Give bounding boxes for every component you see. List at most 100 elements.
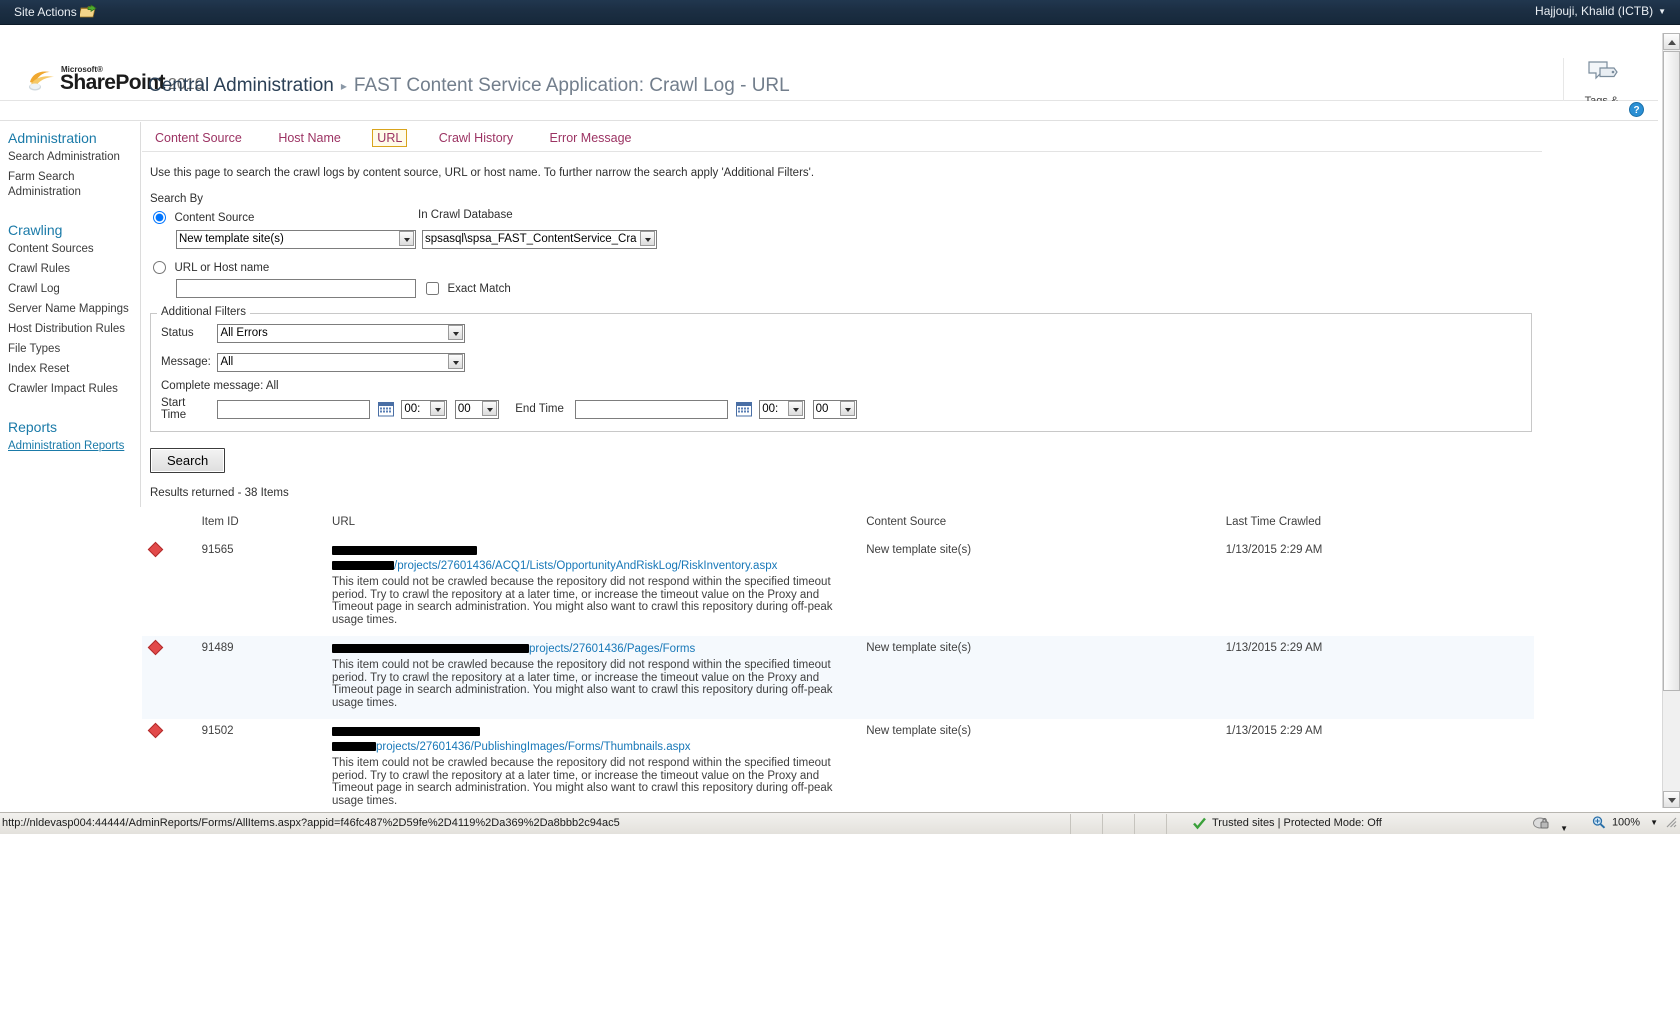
status-cell <box>1070 814 1102 834</box>
table-header-row: Item ID URL Content Source Last Time Cra… <box>142 513 1534 538</box>
tab-crawl-history[interactable]: Crawl History <box>434 129 518 147</box>
table-row: 91489 projects/27601436/Pages/Forms This… <box>142 636 1534 719</box>
status-cell <box>1102 814 1134 834</box>
row-status-filter: Status All Errors <box>161 323 1521 347</box>
row-item-id: 91565 <box>201 544 234 556</box>
table-row: 91565 /projects/27601436/ACQ1/Lists/Oppo… <box>142 538 1534 636</box>
exact-match-label: Exact Match <box>447 282 511 295</box>
row-url-link[interactable]: projects/27601436/PublishingImages/Forms… <box>376 741 691 753</box>
page-scrollbar[interactable] <box>1662 33 1680 808</box>
tab-error-message[interactable]: Error Message <box>545 129 637 147</box>
sharepoint-logo: Microsoft® SharePoint 2010 <box>28 63 204 94</box>
scrollbar-thumb[interactable] <box>1663 51 1680 691</box>
privacy-report-button[interactable]: ▼ <box>1533 816 1568 834</box>
sidebar-item-index-reset[interactable]: Index Reset <box>8 362 140 377</box>
column-header-content-source[interactable]: Content Source <box>866 513 1226 538</box>
row-url-host-input: Exact Match <box>150 279 1530 303</box>
tab-host-name[interactable]: Host Name <box>273 129 346 147</box>
sidebar-item-content-sources[interactable]: Content Sources <box>8 242 140 257</box>
breadcrumb-root-link[interactable]: Central Administration <box>148 75 334 96</box>
url-or-host-name-input[interactable] <box>176 279 416 298</box>
crawl-database-select[interactable]: spsasql\spsa_FAST_ContentService_Cra <box>422 229 657 249</box>
results-count-label: Results returned - 38 Items <box>150 487 289 499</box>
row-item-id: 91502 <box>201 725 234 737</box>
nav-group-title-crawling: Crawling <box>8 222 63 238</box>
zoom-control[interactable]: 100% ▼ <box>1592 816 1658 829</box>
error-diamond-icon <box>147 541 164 558</box>
user-name-label: Hajjouji, Khalid (ICTB) <box>1535 4 1654 18</box>
row-error-message: This item could not be crawled because t… <box>332 757 833 807</box>
start-minute-select[interactable]: 00 <box>454 399 499 419</box>
chevron-down-icon: ▼ <box>1560 823 1568 833</box>
search-by-legend: Search By <box>150 193 204 205</box>
sidebar-item-crawl-rules[interactable]: Crawl Rules <box>8 262 140 277</box>
start-hour-select[interactable]: 00: <box>401 399 448 419</box>
row-message-filter: Message: All <box>161 352 1521 376</box>
sidebar-item-host-distribution-rules[interactable]: Host Distribution Rules <box>8 322 140 337</box>
help-icon[interactable]: ? <box>1629 102 1644 122</box>
svg-text:?: ? <box>1633 105 1639 116</box>
additional-filters-section: Additional Filters Status All Errors Mes… <box>150 306 1532 432</box>
column-header-status <box>142 513 202 538</box>
row-url-cell: /projects/27601436/ACQ1/Lists/Opportunit… <box>332 538 866 636</box>
row-url-cell: projects/27601436/PublishingImages/Forms… <box>332 719 866 817</box>
row-item-id: 91489 <box>201 636 333 719</box>
radio-content-source[interactable] <box>153 211 166 225</box>
redaction-bar <box>332 546 478 556</box>
navigate-up-icon[interactable] <box>78 4 98 20</box>
sidebar-item-server-name-mappings[interactable]: Server Name Mappings <box>8 302 140 317</box>
row-last-time-crawled: 1/13/2015 2:29 AM <box>1225 636 1534 719</box>
tab-url[interactable]: URL <box>372 129 408 147</box>
radio-row-url-host: URL or Host name <box>150 259 1530 277</box>
radio-url-or-host-name[interactable] <box>153 261 166 275</box>
column-header-url[interactable]: URL <box>332 513 866 538</box>
row-url-link[interactable]: projects/27601436/Pages/Forms <box>529 643 695 655</box>
calendar-icon[interactable] <box>735 401 752 417</box>
scroll-up-button[interactable] <box>1663 33 1680 50</box>
end-time-input[interactable] <box>575 399 729 419</box>
redaction-bar <box>332 742 377 752</box>
url-link-line: projects/27601436/PublishingImages/Forms… <box>332 740 866 755</box>
window-resize-grip[interactable] <box>1664 815 1678 832</box>
url-link-line: projects/27601436/Pages/Forms <box>332 642 866 657</box>
column-header-last-time-crawled[interactable]: Last Time Crawled <box>1226 513 1534 538</box>
exact-match-checkbox[interactable] <box>426 282 439 296</box>
sidebar-item-farm-search-administration[interactable]: Farm Search Administration <box>8 170 140 200</box>
table-row: 91502 projects/27601436/PublishingImages… <box>142 719 1534 817</box>
help-strip: ? <box>0 101 1658 121</box>
column-header-item-id[interactable]: Item ID <box>202 513 332 538</box>
row-status-cell <box>142 538 202 636</box>
status-select[interactable]: All Errors <box>217 323 466 343</box>
search-by-section: Search By Content Source In Crawl Databa… <box>150 193 1530 303</box>
sidebar-item-crawler-impact-rules[interactable]: Crawler Impact Rules <box>8 382 140 397</box>
calendar-icon[interactable] <box>377 401 394 417</box>
row-url-link[interactable]: /projects/27601436/ACQ1/Lists/Opportunit… <box>394 560 777 572</box>
tag-icon <box>1587 61 1618 80</box>
row-url-cell: projects/27601436/Pages/Forms This item … <box>332 636 867 719</box>
sidebar-item-file-types[interactable]: File Types <box>8 342 140 357</box>
start-time-input[interactable] <box>217 399 371 419</box>
status-label: Status <box>161 326 194 339</box>
search-button[interactable]: Search <box>150 448 226 473</box>
end-hour-select[interactable]: 00: <box>759 399 806 419</box>
message-select[interactable]: All <box>217 352 466 372</box>
sidebar-item-search-administration[interactable]: Search Administration <box>8 150 140 165</box>
label-content-source: Content Source <box>174 211 255 224</box>
breadcrumb-separator-icon: ▸ <box>340 78 347 93</box>
url-redacted-line1 <box>332 544 866 559</box>
scroll-down-button[interactable] <box>1663 791 1680 808</box>
status-cell <box>1134 814 1166 834</box>
redaction-bar <box>332 644 530 654</box>
user-account-menu[interactable]: Hajjouji, Khalid (ICTB) ▼ <box>1535 4 1666 18</box>
content-source-select[interactable]: New template site(s) <box>176 229 416 249</box>
row-last-time-crawled: 1/13/2015 2:29 AM <box>1225 725 1323 737</box>
tab-content-source[interactable]: Content Source <box>150 129 247 147</box>
row-status-cell <box>142 636 202 719</box>
main-content: Content Source Host Name URL Crawl Histo… <box>142 122 1542 817</box>
error-diamond-icon <box>147 722 164 739</box>
row-error-message: This item could not be crawled because t… <box>332 659 833 709</box>
sidebar-item-administration-reports[interactable]: Administration Reports <box>8 439 140 454</box>
sidebar-item-crawl-log[interactable]: Crawl Log <box>8 282 140 297</box>
end-minute-select[interactable]: 00 <box>812 399 857 419</box>
page-header: Microsoft® SharePoint 2010 Central Admin… <box>0 25 1658 121</box>
